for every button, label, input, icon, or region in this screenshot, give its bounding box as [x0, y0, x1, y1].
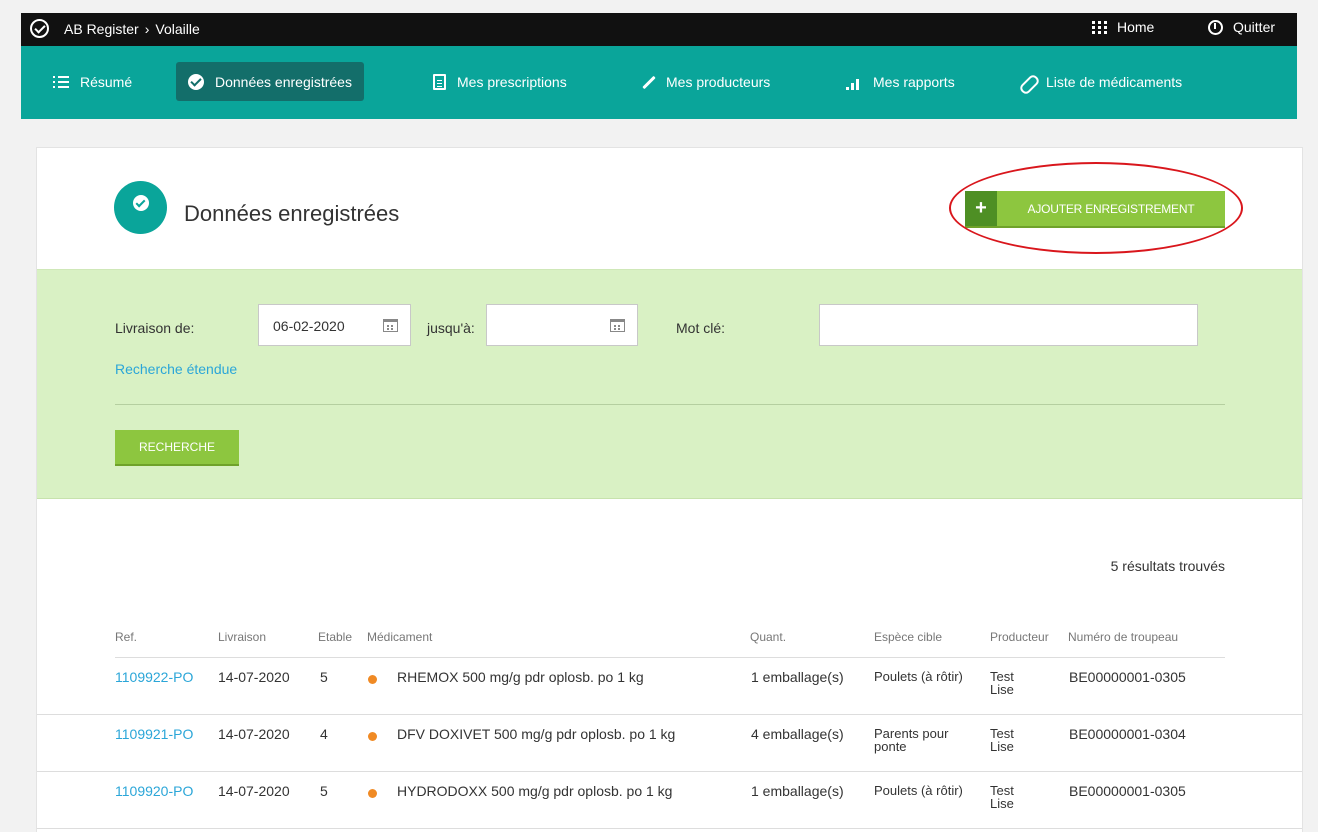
- breadcrumb-separator: ›: [144, 21, 150, 37]
- check-icon: [135, 197, 146, 208]
- table-header: Ref. Livraison Etable Médicament Quant. …: [37, 630, 1302, 658]
- results-count: 5 résultats trouvés: [1110, 558, 1225, 574]
- add-record-button[interactable]: + AJOUTER ENREGISTREMENT: [965, 191, 1225, 228]
- search-filter: Livraison de: 06-02-2020 jusqu'à: Mot cl…: [37, 269, 1302, 499]
- search-button[interactable]: RECHERCHE: [115, 430, 239, 466]
- until-date-field[interactable]: [486, 304, 638, 346]
- syringe-icon: [639, 74, 655, 90]
- breadcrumb: AB Register › Volaille: [64, 21, 200, 37]
- medication-name: RHEMOX 500 mg/g pdr oplosb. po 1 kg: [397, 669, 644, 685]
- list-icon: [53, 74, 69, 90]
- nav-item-liste-medicaments[interactable]: Liste de médicaments: [1007, 62, 1194, 101]
- top-bar: AB Register › Volaille Home Quitter: [21, 13, 1297, 46]
- column-header[interactable]: Espèce cible: [874, 630, 942, 644]
- status-dot-icon: [368, 732, 377, 741]
- until-label: jusqu'à:: [427, 320, 475, 336]
- breadcrumb-app[interactable]: AB Register: [64, 21, 139, 37]
- extended-search-link[interactable]: Recherche étendue: [115, 361, 237, 377]
- page-title-icon: [114, 181, 167, 234]
- nav-item-label: Mes rapports: [873, 73, 955, 90]
- breadcrumb-current: Volaille: [155, 21, 200, 37]
- quit-label: Quitter: [1233, 19, 1276, 35]
- keyword-label: Mot clé:: [676, 320, 726, 336]
- quantity: 4 emballage(s): [751, 726, 844, 742]
- nav-item-label: Mes prescriptions: [457, 73, 567, 90]
- medication-name: HYDRODOXX 500 mg/g pdr oplosb. po 1 kg: [397, 783, 673, 799]
- bar-chart-icon: [846, 74, 862, 90]
- stable-number: 5: [320, 783, 328, 799]
- table-row[interactable]: 1109921-PO 14-07-2020 4 DFV DOXIVET 500 …: [37, 715, 1302, 772]
- nav-item-resume[interactable]: Résumé: [41, 62, 144, 101]
- home-link[interactable]: Home: [1092, 19, 1154, 35]
- herd-number: BE00000001-0304: [1069, 726, 1186, 742]
- producer: Test Lise: [990, 726, 1014, 754]
- target-species: Poulets (à rôtir): [874, 669, 963, 684]
- main-nav: Résumé Données enregistrées Mes prescrip…: [21, 46, 1297, 119]
- page-title: Données enregistrées: [184, 201, 400, 226]
- column-header[interactable]: Producteur: [990, 630, 1049, 644]
- nav-item-mes-rapports[interactable]: Mes rapports: [834, 62, 967, 101]
- nav-item-mes-prescriptions[interactable]: Mes prescriptions: [421, 62, 579, 101]
- nav-item-label: Données enregistrées: [215, 73, 352, 90]
- ref-link[interactable]: 1109922-PO: [115, 669, 193, 685]
- nav-item-label: Mes producteurs: [666, 73, 771, 90]
- target-species: Parents pour ponte: [874, 726, 949, 754]
- delivery-date: 14-07-2020: [218, 669, 290, 685]
- nav-item-label: Liste de médicaments: [1046, 73, 1183, 90]
- quantity: 1 emballage(s): [751, 783, 844, 799]
- column-header[interactable]: Numéro de troupeau: [1068, 630, 1178, 644]
- quit-link[interactable]: Quitter: [1208, 19, 1275, 35]
- producer: Test Lise: [990, 669, 1014, 697]
- keyword-input[interactable]: [819, 304, 1198, 346]
- stable-number: 4: [320, 726, 328, 742]
- column-header[interactable]: Quant.: [750, 630, 786, 644]
- home-label: Home: [1117, 19, 1155, 35]
- delivery-date: 14-07-2020: [218, 726, 290, 742]
- ref-link[interactable]: 1109920-PO: [115, 783, 193, 799]
- document-icon: [433, 73, 446, 90]
- calendar-icon[interactable]: [610, 319, 625, 332]
- herd-number: BE00000001-0305: [1069, 669, 1186, 685]
- table-row[interactable]: 1109920-PO 14-07-2020 5 HYDRODOXX 500 mg…: [37, 772, 1302, 829]
- nav-item-label: Résumé: [80, 73, 133, 90]
- herd-number: BE00000001-0305: [1069, 783, 1186, 799]
- pill-icon: [1019, 74, 1035, 90]
- nav-item-mes-producteurs[interactable]: Mes producteurs: [627, 62, 782, 101]
- add-record-label: AJOUTER ENREGISTREMENT: [1027, 201, 1195, 216]
- delivery-from-date-field[interactable]: 06-02-2020: [258, 304, 411, 346]
- column-header[interactable]: Ref.: [115, 630, 137, 644]
- delivery-date: 14-07-2020: [218, 783, 290, 799]
- status-dot-icon: [368, 675, 377, 684]
- nav-item-donnees-enregistrees[interactable]: Données enregistrées: [176, 62, 364, 101]
- calendar-icon[interactable]: [383, 319, 398, 332]
- delivery-from-value: 06-02-2020: [273, 318, 345, 334]
- producer: Test Lise: [990, 783, 1014, 811]
- stable-number: 5: [320, 669, 328, 685]
- column-header[interactable]: Etable: [318, 630, 352, 644]
- filter-divider: [115, 404, 1225, 405]
- plus-icon: +: [965, 191, 997, 226]
- delivery-from-label: Livraison de:: [115, 320, 195, 336]
- power-icon: [1208, 19, 1223, 35]
- content-panel: Données enregistrées + AJOUTER ENREGISTR…: [36, 147, 1303, 832]
- grid-icon: [1092, 20, 1107, 34]
- status-dot-icon: [368, 789, 377, 798]
- medication-name: DFV DOXIVET 500 mg/g pdr oplosb. po 1 kg: [397, 726, 676, 742]
- quantity: 1 emballage(s): [751, 669, 844, 685]
- check-circle-logo-icon[interactable]: [30, 19, 49, 38]
- ref-link[interactable]: 1109921-PO: [115, 726, 193, 742]
- column-header[interactable]: Médicament: [367, 630, 432, 644]
- target-species: Poulets (à rôtir): [874, 783, 963, 798]
- check-circle-icon: [188, 73, 204, 90]
- column-header[interactable]: Livraison: [218, 630, 266, 644]
- table-row[interactable]: 1109922-PO 14-07-2020 5 RHEMOX 500 mg/g …: [37, 658, 1302, 715]
